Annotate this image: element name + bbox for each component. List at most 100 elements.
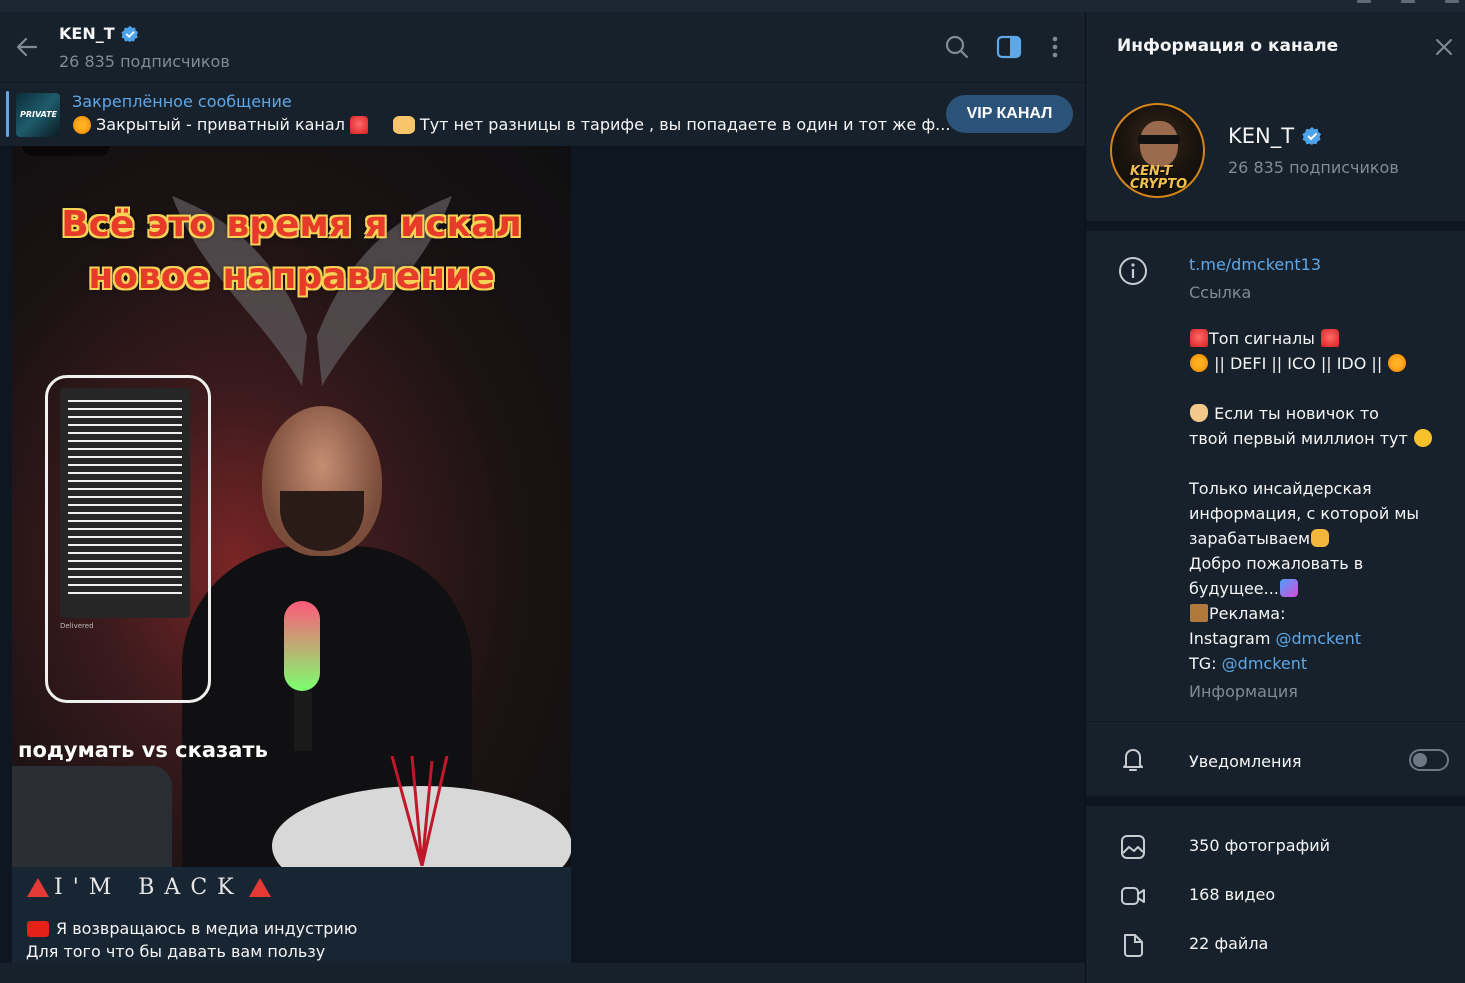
- microphone-stand: [294, 691, 312, 751]
- pinned-text-part1: Закрытый - приватный канал: [96, 115, 345, 134]
- file-icon: [1124, 934, 1143, 957]
- close-icon[interactable]: [1433, 36, 1455, 58]
- instagram-mention-link[interactable]: @dmckent: [1276, 629, 1362, 648]
- notifications-toggle[interactable]: [1409, 749, 1449, 771]
- chat-subscribers: 26 835 подписчиков: [59, 52, 230, 71]
- window-control-maximize[interactable]: [1401, 0, 1415, 3]
- media-files-row[interactable]: 22 файла: [1086, 922, 1465, 966]
- pinned-text-part2: Тут нет разницы в тарифе , вы попадаете …: [419, 115, 951, 134]
- message-heading: I'M BACK: [26, 871, 557, 903]
- bell-icon: [1123, 749, 1143, 771]
- description-caption: Информация: [1189, 682, 1298, 701]
- desc-line-9: будущее...: [1189, 576, 1459, 601]
- notifications-label: Уведомления: [1189, 752, 1302, 771]
- desc-line-4: твой первый миллион тут: [1189, 426, 1459, 451]
- desc-line-2-text: || DEFI || ICO || IDO ||: [1214, 354, 1383, 373]
- pointing-hand-icon: [392, 115, 415, 134]
- channel-info-panel: Информация о канале KEN-T CRYPTO KEN_T 2…: [1086, 12, 1465, 983]
- pinned-accent: [6, 91, 9, 137]
- composer-edge: [0, 963, 1085, 983]
- media-files-label: 22 файла: [1189, 934, 1269, 953]
- info-icon: [1119, 257, 1147, 285]
- siren-icon: [349, 115, 368, 134]
- video-message[interactable]: Всё это время я искал новое направление …: [12, 146, 571, 867]
- desc-line-6: информация, с которой мы: [1189, 504, 1420, 523]
- chat-title-text: KEN_T: [59, 24, 115, 43]
- vip-channel-button[interactable]: VIP КАНАЛ: [946, 95, 1073, 133]
- desc-line-11: Instagram @dmckent: [1189, 626, 1459, 651]
- media-photos-label: 350 фотографий: [1189, 836, 1331, 855]
- desc-line-2: || DEFI || ICO || IDO ||: [1189, 351, 1459, 376]
- desc-line-1: Топ сигналы: [1189, 326, 1459, 351]
- avatar-text: KEN-T CRYPTO: [1130, 165, 1187, 191]
- media-videos-row[interactable]: 168 видео: [1086, 873, 1465, 917]
- verified-icon: [121, 25, 138, 42]
- channel-link[interactable]: t.me/dmckent13: [1189, 255, 1321, 274]
- siren-icon: [1190, 329, 1208, 347]
- channel-description: Топ сигналы || DEFI || ICO || IDO || Есл…: [1189, 326, 1459, 676]
- desc-line-10-text: Реклама:: [1209, 604, 1286, 623]
- verified-icon: [1302, 127, 1322, 145]
- desc-line-12: TG: @dmckent: [1189, 651, 1459, 676]
- desc-line-7: зарабатываем: [1189, 526, 1459, 551]
- desc-line-12-prefix: TG:: [1189, 654, 1217, 673]
- desc-line-4-text: твой первый миллион тут: [1189, 429, 1408, 448]
- laptop: [12, 766, 172, 867]
- avatar-face: [1140, 121, 1178, 167]
- desc-line-9-text: будущее...: [1189, 579, 1279, 598]
- diffuser-sticks: [390, 756, 449, 866]
- media-photos-row[interactable]: 350 фотографий: [1086, 824, 1465, 868]
- chat-title[interactable]: KEN_T: [59, 24, 139, 43]
- siren-icon: [1320, 329, 1339, 347]
- message-line-2: Для того что бы давать вам пользу: [26, 942, 326, 961]
- more-vertical-icon[interactable]: [1042, 34, 1068, 60]
- microphone: [284, 601, 320, 691]
- star-struck-icon: [1413, 429, 1432, 447]
- avatar-text-2: CRYPTO: [1130, 177, 1188, 192]
- chat-header: KEN_T 26 835 подписчиков: [0, 12, 1085, 82]
- panel-channel-name: KEN_T: [1228, 124, 1322, 148]
- window-control-close[interactable]: [1445, 0, 1459, 3]
- sidebar-toggle-icon[interactable]: [996, 34, 1022, 60]
- pinned-thumbnail: PRIVATE: [16, 93, 60, 137]
- desc-line-3-text: Если ты новичок то: [1214, 404, 1379, 423]
- waving-hand-icon: [1190, 404, 1208, 422]
- chat-area: Всё это время я искал новое направление …: [0, 146, 1085, 983]
- panel-subscribers: 26 835 подписчиков: [1228, 158, 1399, 177]
- panel-channel-name-text: KEN_T: [1228, 124, 1295, 148]
- video-caption-line1: Всё это время я искал: [61, 204, 522, 245]
- desc-line-8: Добро пожаловать в: [1189, 554, 1364, 573]
- window-control-minimize[interactable]: [1357, 0, 1371, 3]
- tg-mention-link[interactable]: @dmckent: [1222, 654, 1308, 673]
- pinned-title: Закреплённое сообщение: [72, 92, 292, 111]
- channel-link-caption: Ссылка: [1189, 283, 1252, 302]
- toggle-knob: [1413, 753, 1427, 767]
- section-separator: [1086, 221, 1465, 231]
- video-duration-badge: [22, 146, 110, 156]
- photo-icon: [1121, 835, 1145, 859]
- video-caption-line2: новое направление: [88, 256, 495, 297]
- message-line-1: Я возвращаюсь в медиа индустрию: [26, 917, 557, 940]
- avatar-glasses: [1138, 135, 1180, 144]
- channel-avatar[interactable]: KEN-T CRYPTO: [1110, 103, 1205, 198]
- radioactive-icon: [1190, 354, 1208, 372]
- desc-line-5: Только инсайдерская: [1189, 479, 1372, 498]
- info-divider: [1086, 721, 1465, 722]
- search-icon[interactable]: [944, 34, 970, 60]
- radioactive-icon: [73, 115, 91, 134]
- pinned-message-bar[interactable]: PRIVATE Закреплённое сообщение Закрытый …: [0, 83, 1085, 146]
- pinned-thumb-label: PRIVATE: [20, 110, 57, 119]
- desc-line-1-text: Топ сигналы: [1209, 329, 1315, 348]
- video-overlay-text: подумать vs сказать: [18, 738, 268, 762]
- radioactive-icon: [1388, 354, 1407, 372]
- section-separator: [1086, 796, 1465, 806]
- desc-line-7-text: зарабатываем: [1189, 529, 1311, 548]
- handshake-icon: [1311, 529, 1330, 547]
- desc-line-3: Если ты новичок то: [1189, 401, 1459, 426]
- phone-screen: [60, 388, 190, 618]
- phone-illustration: Delivered: [45, 375, 211, 703]
- window-titlebar: [0, 0, 1465, 12]
- back-arrow-icon[interactable]: [12, 32, 42, 62]
- panel-title: Информация о канале: [1117, 36, 1339, 56]
- warning-icon: [27, 877, 49, 897]
